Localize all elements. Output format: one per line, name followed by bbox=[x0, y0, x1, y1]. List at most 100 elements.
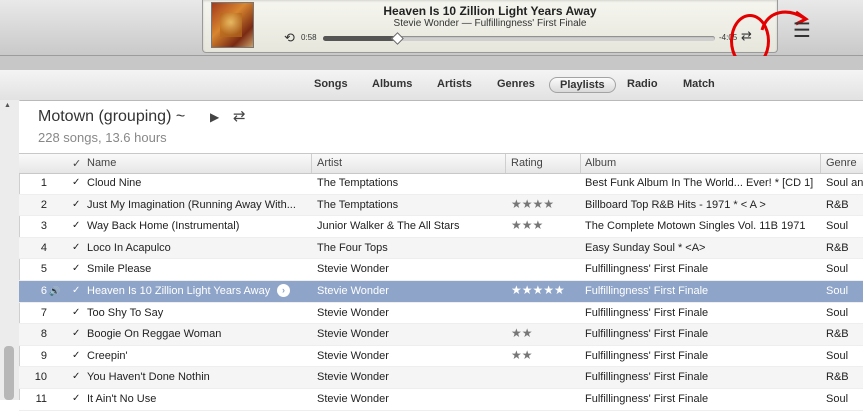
progress-knob[interactable] bbox=[391, 32, 405, 45]
song-checkbox[interactable]: ✓ bbox=[72, 199, 80, 210]
song-checkbox[interactable]: ✓ bbox=[72, 307, 80, 318]
chevron-right-circle-icon[interactable]: › bbox=[277, 283, 290, 297]
song-artist: Stevie Wonder bbox=[317, 349, 389, 362]
song-artist: The Four Tops bbox=[317, 241, 388, 254]
elapsed-time: 0:58 bbox=[301, 33, 317, 42]
column-divider[interactable] bbox=[505, 154, 506, 173]
song-genre: Soul and bbox=[826, 177, 863, 189]
song-checkbox[interactable]: ✓ bbox=[72, 350, 80, 361]
now-playing-display[interactable]: Heaven Is 10 Zillion Light Years Away St… bbox=[202, 0, 778, 53]
song-artist: Stevie Wonder bbox=[317, 263, 389, 276]
song-name: Heaven Is 10 Zillion Light Years Away bbox=[87, 284, 271, 297]
song-genre: R&B bbox=[826, 198, 849, 211]
song-rating[interactable]: ★★ bbox=[511, 348, 579, 362]
song-name: It Ain't No Use bbox=[87, 392, 157, 405]
song-genre: Soul bbox=[826, 220, 849, 233]
repeat-icon[interactable]: ⟲ bbox=[284, 30, 295, 46]
song-album: Easy Sunday Soul * <A> bbox=[585, 241, 706, 254]
column-divider[interactable] bbox=[580, 154, 581, 173]
track-number: 4 bbox=[40, 241, 47, 254]
rating-column-header[interactable]: Rating bbox=[511, 157, 543, 169]
table-row[interactable]: 9 ✓ Creepin' Stevie Wonder ★★ Fulfillingness'… bbox=[19, 346, 863, 368]
song-genre: R&B bbox=[826, 328, 849, 341]
tab-radio[interactable]: Radio bbox=[627, 78, 658, 90]
song-checkbox[interactable]: ✓ bbox=[72, 263, 80, 274]
table-row[interactable]: 10 ✓ You Haven't Done Nothin Stevie Wonder F… bbox=[19, 367, 863, 389]
genre-column-header[interactable]: Genre bbox=[826, 157, 857, 169]
song-checkbox[interactable]: ✓ bbox=[72, 285, 80, 296]
album-column-header[interactable]: Album bbox=[585, 157, 616, 169]
now-playing-subtitle: Stevie Wonder — Fulfillingness' First Fi… bbox=[393, 18, 587, 29]
song-table: 1 ✓ Cloud Nine The Temptations Best Funk Alb… bbox=[19, 173, 863, 411]
track-number: 11 bbox=[35, 392, 47, 405]
song-artist: The Temptations bbox=[317, 198, 399, 211]
song-name: Creepin' bbox=[87, 349, 128, 362]
song-album: Fulfillingness' First Finale bbox=[585, 263, 709, 276]
toolbar-divider bbox=[0, 56, 863, 70]
song-genre: Soul bbox=[826, 284, 849, 297]
song-checkbox[interactable]: ✓ bbox=[72, 328, 80, 339]
song-genre: Soul bbox=[826, 392, 849, 405]
table-row[interactable]: 4 ✓ Loco In Acapulco The Four Tops Easy Sund… bbox=[19, 237, 863, 260]
table-row[interactable]: 3 ✓ Way Back Home (Instrumental) Junior Wal… bbox=[19, 216, 863, 238]
song-checkbox[interactable]: ✓ bbox=[72, 242, 80, 253]
shuffle-icon[interactable]: ⇄ bbox=[233, 107, 246, 125]
artist-column-header[interactable]: Artist bbox=[317, 157, 342, 169]
song-name: Smile Please bbox=[87, 263, 152, 276]
tab-bar: Songs Albums Artists Genres Playlists Ra… bbox=[0, 70, 863, 101]
playlist-title[interactable]: Motown (grouping) ~ bbox=[38, 108, 185, 126]
table-row[interactable]: 8 ✓ Boogie On Reggae Woman Stevie Wonder ★★ F… bbox=[19, 324, 863, 346]
song-album: Fulfillingness' First Finale bbox=[585, 392, 709, 405]
song-checkbox[interactable]: ✓ bbox=[72, 393, 80, 404]
song-rating[interactable]: ★★★★★ bbox=[511, 283, 579, 297]
song-genre: Soul bbox=[826, 306, 849, 319]
song-album: Best Funk Album In The World... Ever! * … bbox=[585, 177, 814, 189]
song-rating[interactable]: ★★ bbox=[511, 326, 579, 340]
table-row[interactable]: 1 ✓ Cloud Nine The Temptations Best Funk Alb… bbox=[19, 173, 863, 195]
table-row[interactable]: 6 🔊 ✓ Heaven Is 10 Zillion Light Years Away… bbox=[19, 280, 863, 303]
song-genre: Soul bbox=[826, 349, 849, 362]
track-number: 9 bbox=[40, 349, 47, 362]
playlist-summary: 228 songs, 13.6 hours bbox=[38, 130, 167, 145]
song-genre: R&B bbox=[826, 371, 849, 384]
song-checkbox[interactable]: ✓ bbox=[72, 220, 80, 231]
tab-genres[interactable]: Genres bbox=[497, 78, 535, 90]
track-number: 2 bbox=[40, 198, 47, 211]
table-row[interactable]: 5 ✓ Smile Please Stevie Wonder Fulfillingnes… bbox=[19, 259, 863, 281]
song-genre: Soul bbox=[826, 263, 849, 276]
tab-songs[interactable]: Songs bbox=[314, 78, 348, 90]
scrollbar-thumb[interactable] bbox=[4, 346, 14, 400]
name-column-header[interactable]: Name bbox=[87, 157, 116, 169]
track-number: 3 bbox=[40, 220, 47, 233]
song-rating[interactable]: ★★★ bbox=[511, 218, 579, 232]
song-name: Too Shy To Say bbox=[87, 306, 164, 319]
tab-artists[interactable]: Artists bbox=[437, 78, 472, 90]
speaker-icon: 🔊 bbox=[49, 285, 61, 296]
table-row[interactable]: 7 ✓ Too Shy To Say Stevie Wonder Fulfillingn… bbox=[19, 303, 863, 325]
song-album: Fulfillingness' First Finale bbox=[585, 349, 709, 362]
up-next-list-icon[interactable]: ☰ bbox=[793, 18, 811, 43]
check-column-header[interactable]: ✓ bbox=[72, 157, 81, 170]
song-artist: Junior Walker & The All Stars bbox=[317, 220, 460, 233]
tab-albums[interactable]: Albums bbox=[372, 78, 412, 90]
song-checkbox[interactable]: ✓ bbox=[72, 371, 80, 382]
column-divider[interactable] bbox=[820, 154, 821, 173]
scroll-up-icon[interactable]: ▲ bbox=[4, 102, 11, 109]
song-album: Billboard Top R&B Hits - 1971 * < A > bbox=[585, 198, 766, 211]
song-name: Loco In Acapulco bbox=[87, 241, 171, 254]
progress-bar[interactable] bbox=[323, 32, 715, 45]
tab-playlists[interactable]: Playlists bbox=[549, 77, 616, 93]
song-name: Cloud Nine bbox=[87, 177, 142, 189]
now-playing-title: Heaven Is 10 Zillion Light Years Away bbox=[383, 4, 597, 18]
table-row[interactable]: 2 ✓ Just My Imagination (Running Away With… bbox=[19, 194, 863, 217]
song-artist: Stevie Wonder bbox=[317, 328, 389, 341]
song-album: Fulfillingness' First Finale bbox=[585, 306, 709, 319]
column-divider[interactable] bbox=[311, 154, 312, 173]
track-number: 7 bbox=[40, 306, 47, 319]
play-icon[interactable]: ▶ bbox=[210, 110, 219, 124]
song-checkbox[interactable]: ✓ bbox=[72, 177, 80, 188]
progress-fill bbox=[323, 36, 398, 41]
song-rating[interactable]: ★★★★ bbox=[511, 197, 579, 211]
vertical-scrollbar[interactable]: ▲ bbox=[0, 100, 20, 400]
tab-match[interactable]: Match bbox=[683, 78, 715, 90]
